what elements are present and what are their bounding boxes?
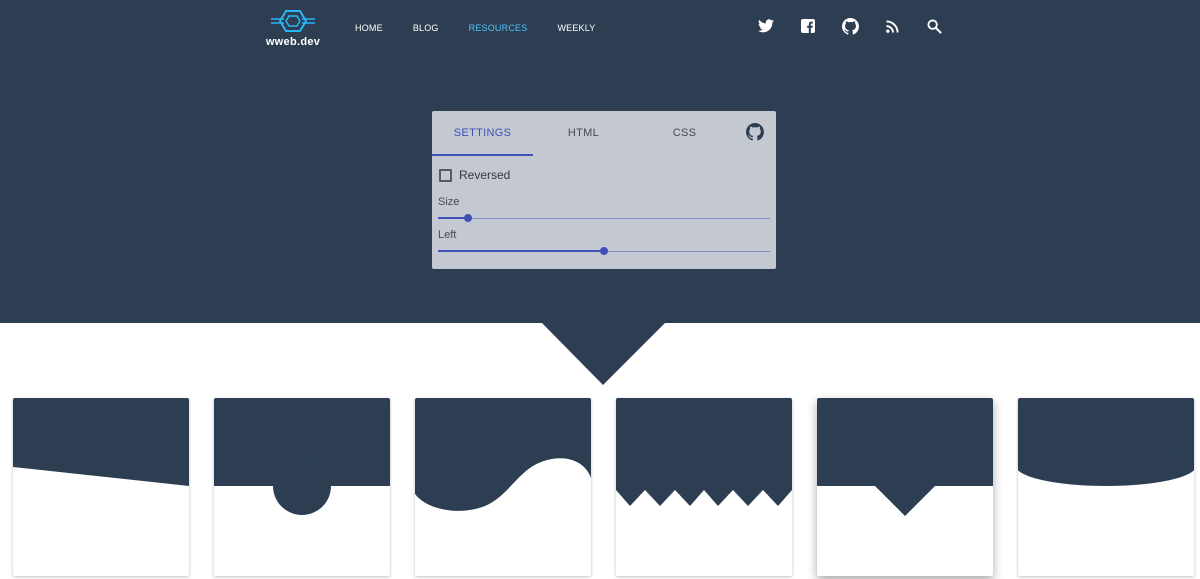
nav-home[interactable]: HOME: [355, 23, 383, 33]
hero-section: wweb.dev HOME BLOG RESOURCES WEEKLY SETT…: [0, 0, 1200, 323]
size-slider[interactable]: [438, 214, 770, 224]
github-icon[interactable]: [841, 17, 859, 35]
wave-divider-preview: [415, 398, 591, 511]
nav-resources[interactable]: RESOURCES: [469, 23, 528, 33]
slider-thumb[interactable]: [463, 214, 472, 222]
panel-tabs: SETTINGS HTML CSS: [432, 111, 776, 156]
slider-thumb[interactable]: [600, 247, 608, 255]
reversed-label: Reversed: [459, 168, 511, 182]
social-links: [757, 17, 967, 35]
settings-panel: SETTINGS HTML CSS Reversed Size Left: [432, 111, 776, 269]
triangle-divider-preview: [817, 398, 993, 516]
facebook-icon[interactable]: [799, 17, 817, 35]
divider-card-ellipse[interactable]: [1018, 398, 1194, 576]
divider-card-wave[interactable]: [415, 398, 591, 576]
rss-icon[interactable]: [883, 17, 901, 35]
logo-icon: [271, 10, 315, 32]
left-label: Left: [438, 229, 457, 241]
left-slider[interactable]: [438, 247, 770, 257]
reversed-checkbox[interactable]: Reversed: [439, 168, 510, 182]
ellipse-divider-preview: [1018, 398, 1194, 486]
tab-css[interactable]: CSS: [634, 111, 735, 156]
nav-weekly[interactable]: WEEKLY: [557, 23, 595, 33]
tab-html[interactable]: HTML: [533, 111, 634, 156]
divider-card-triangle[interactable]: [817, 398, 993, 576]
main-nav: HOME BLOG RESOURCES WEEKLY: [355, 23, 625, 33]
circle-divider-preview: [214, 398, 390, 515]
divider-card-circle[interactable]: [214, 398, 390, 576]
nav-blog[interactable]: BLOG: [413, 23, 439, 33]
divider-card-slant[interactable]: [13, 398, 189, 576]
search-icon[interactable]: [925, 17, 943, 35]
tab-settings[interactable]: SETTINGS: [432, 111, 533, 156]
size-label: Size: [438, 196, 460, 208]
slider-rail: [438, 218, 770, 219]
checkbox-box[interactable]: [439, 168, 452, 182]
twitter-icon[interactable]: [757, 17, 775, 35]
logo[interactable]: wweb.dev: [262, 9, 324, 49]
github-icon[interactable]: [745, 123, 764, 141]
divider-card-zigzag[interactable]: [616, 398, 792, 576]
logo-text: wweb.dev: [265, 36, 321, 48]
hero-arrow-shape: [541, 322, 666, 385]
slider-fill: [438, 250, 604, 252]
slant-divider-preview: [13, 398, 189, 486]
zigzag-divider-preview: [616, 398, 792, 506]
